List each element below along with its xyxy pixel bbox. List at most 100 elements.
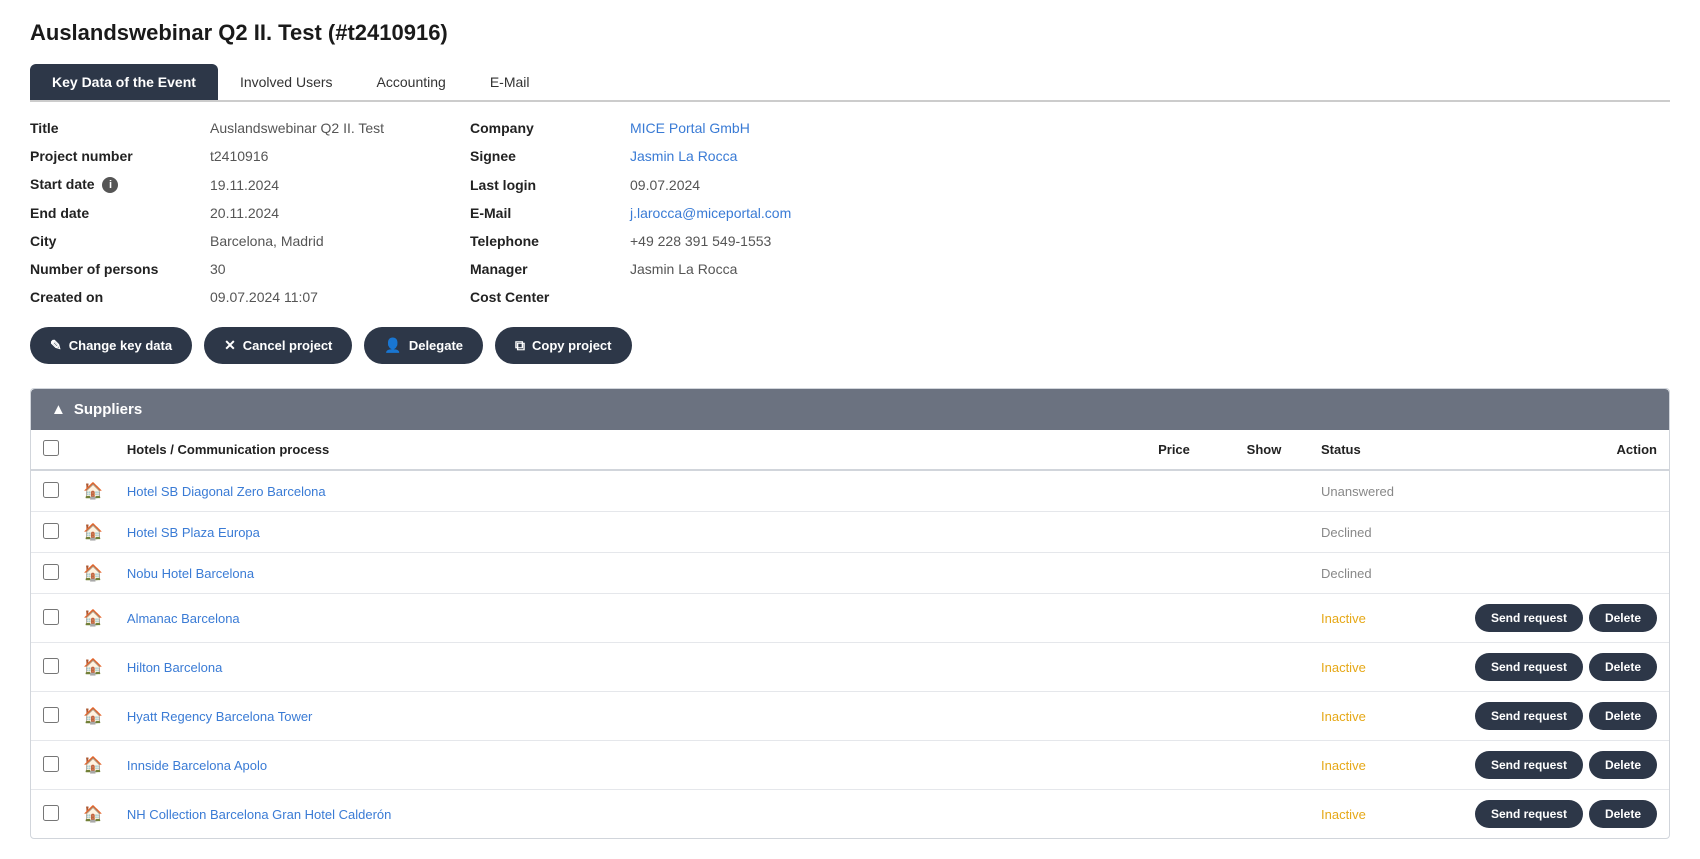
col-header-name: Hotels / Communication process bbox=[115, 430, 1129, 470]
row-checkbox[interactable] bbox=[43, 658, 59, 674]
copy-project-button[interactable]: ⧉ Copy project bbox=[495, 327, 631, 364]
status-cell: Inactive bbox=[1309, 692, 1449, 741]
label-cost-center: Cost Center bbox=[470, 289, 630, 305]
value-email[interactable]: j.larocca@miceportal.com bbox=[630, 205, 1670, 221]
hotel-name-link[interactable]: Hotel SB Diagonal Zero Barcelona bbox=[127, 484, 326, 499]
row-checkbox[interactable] bbox=[43, 523, 59, 539]
copy-icon: ⧉ bbox=[515, 337, 525, 354]
select-all-checkbox[interactable] bbox=[43, 440, 59, 456]
col-header-action: Action bbox=[1449, 430, 1669, 470]
price-cell bbox=[1129, 553, 1219, 594]
label-manager: Manager bbox=[470, 261, 630, 277]
row-checkbox[interactable] bbox=[43, 707, 59, 723]
hotel-icon: 🏠 bbox=[83, 610, 103, 627]
value-last-login: 09.07.2024 bbox=[630, 177, 1670, 193]
show-cell bbox=[1219, 692, 1309, 741]
row-checkbox[interactable] bbox=[43, 564, 59, 580]
value-signee[interactable]: Jasmin La Rocca bbox=[630, 148, 1670, 164]
delete-button[interactable]: Delete bbox=[1589, 800, 1657, 828]
delegate-button[interactable]: 👤 Delegate bbox=[364, 327, 483, 364]
status-cell: Inactive bbox=[1309, 643, 1449, 692]
table-row: 🏠NH Collection Barcelona Gran Hotel Cald… bbox=[31, 790, 1669, 839]
value-end-date: 20.11.2024 bbox=[210, 205, 470, 221]
change-key-data-button[interactable]: ✎ Change key data bbox=[30, 327, 192, 364]
value-city: Barcelona, Madrid bbox=[210, 233, 470, 249]
hotel-icon: 🏠 bbox=[83, 565, 103, 582]
suppliers-header: ▲ Suppliers bbox=[31, 389, 1669, 430]
label-city: City bbox=[30, 233, 210, 249]
value-title: Auslandswebinar Q2 II. Test bbox=[210, 120, 470, 136]
hotel-name-link[interactable]: Hyatt Regency Barcelona Tower bbox=[127, 709, 312, 724]
label-start-date: Start date i bbox=[30, 176, 210, 193]
price-cell bbox=[1129, 692, 1219, 741]
row-checkbox[interactable] bbox=[43, 482, 59, 498]
tab-accounting[interactable]: Accounting bbox=[355, 64, 468, 100]
hotel-icon: 🏠 bbox=[83, 708, 103, 725]
label-telephone: Telephone bbox=[470, 233, 630, 249]
row-checkbox[interactable] bbox=[43, 756, 59, 772]
label-project-number: Project number bbox=[30, 148, 210, 164]
key-data-grid: Title Auslandswebinar Q2 II. Test Compan… bbox=[30, 120, 1670, 305]
table-row: 🏠 Hotel SB Diagonal Zero Barcelona Unanswe… bbox=[31, 470, 1669, 512]
col-header-status: Status bbox=[1309, 430, 1449, 470]
value-num-persons: 30 bbox=[210, 261, 470, 277]
label-email: E-Mail bbox=[470, 205, 630, 221]
action-cell: Send requestDelete bbox=[1449, 594, 1669, 643]
price-cell bbox=[1129, 643, 1219, 692]
tab-involved-users[interactable]: Involved Users bbox=[218, 64, 355, 100]
table-row: 🏠Hotel SB Plaza EuropaDeclined bbox=[31, 512, 1669, 553]
hotel-name-link[interactable]: NH Collection Barcelona Gran Hotel Calde… bbox=[127, 807, 391, 822]
status-badge: Declined bbox=[1321, 525, 1372, 540]
col-header-check bbox=[31, 430, 71, 470]
suppliers-section: ▲ Suppliers Hotels / Communication proce… bbox=[30, 388, 1670, 839]
delete-button[interactable]: Delete bbox=[1589, 653, 1657, 681]
status-cell: Inactive bbox=[1309, 594, 1449, 643]
row-checkbox[interactable] bbox=[43, 805, 59, 821]
delete-button[interactable]: Delete bbox=[1589, 604, 1657, 632]
tab-bar: Key Data of the Event Involved Users Acc… bbox=[30, 64, 1670, 102]
hotel-icon: 🏠 bbox=[83, 483, 103, 500]
status-cell: Declined bbox=[1309, 512, 1449, 553]
hotel-name-link[interactable]: Hilton Barcelona bbox=[127, 660, 222, 675]
send-request-button[interactable]: Send request bbox=[1475, 751, 1583, 779]
price-cell bbox=[1129, 594, 1219, 643]
action-cell bbox=[1449, 470, 1669, 512]
tab-key-data[interactable]: Key Data of the Event bbox=[30, 64, 218, 100]
suppliers-table: Hotels / Communication process Price Sho… bbox=[31, 430, 1669, 838]
hotel-name-link[interactable]: Innside Barcelona Apolo bbox=[127, 758, 267, 773]
value-telephone: +49 228 391 549-1553 bbox=[630, 233, 1670, 249]
delete-button[interactable]: Delete bbox=[1589, 702, 1657, 730]
label-num-persons: Number of persons bbox=[30, 261, 210, 277]
col-header-price: Price bbox=[1129, 430, 1219, 470]
price-cell bbox=[1129, 741, 1219, 790]
show-cell bbox=[1219, 643, 1309, 692]
table-row: 🏠 Nobu Hotel Barcelona Declined bbox=[31, 553, 1669, 594]
show-cell bbox=[1219, 594, 1309, 643]
hotel-name-link[interactable]: Nobu Hotel Barcelona bbox=[127, 566, 254, 581]
hotel-name-link[interactable]: Almanac Barcelona bbox=[127, 611, 240, 626]
value-company[interactable]: MICE Portal GmbH bbox=[630, 120, 1670, 136]
label-title: Title bbox=[30, 120, 210, 136]
hotel-icon: 🏠 bbox=[83, 659, 103, 676]
show-cell bbox=[1219, 512, 1309, 553]
action-cell: Send requestDelete bbox=[1449, 692, 1669, 741]
price-cell bbox=[1129, 512, 1219, 553]
status-cell: Inactive bbox=[1309, 741, 1449, 790]
show-cell bbox=[1219, 741, 1309, 790]
hotel-name-link[interactable]: Hotel SB Plaza Europa bbox=[127, 525, 260, 540]
send-request-button[interactable]: Send request bbox=[1475, 653, 1583, 681]
tab-email[interactable]: E-Mail bbox=[468, 64, 552, 100]
status-badge: Inactive bbox=[1321, 758, 1366, 773]
status-cell: Declined bbox=[1309, 553, 1449, 594]
info-icon[interactable]: i bbox=[102, 177, 118, 193]
send-request-button[interactable]: Send request bbox=[1475, 604, 1583, 632]
table-row: 🏠Hyatt Regency Barcelona TowerInactiveSe… bbox=[31, 692, 1669, 741]
send-request-button[interactable]: Send request bbox=[1475, 702, 1583, 730]
status-cell: Unanswered bbox=[1309, 470, 1449, 512]
row-checkbox[interactable] bbox=[43, 609, 59, 625]
cancel-icon: ✕ bbox=[224, 337, 236, 354]
cancel-project-button[interactable]: ✕ Cancel project bbox=[204, 327, 352, 364]
send-request-button[interactable]: Send request bbox=[1475, 800, 1583, 828]
delete-button[interactable]: Delete bbox=[1589, 751, 1657, 779]
delegate-icon: 👤 bbox=[384, 337, 401, 354]
